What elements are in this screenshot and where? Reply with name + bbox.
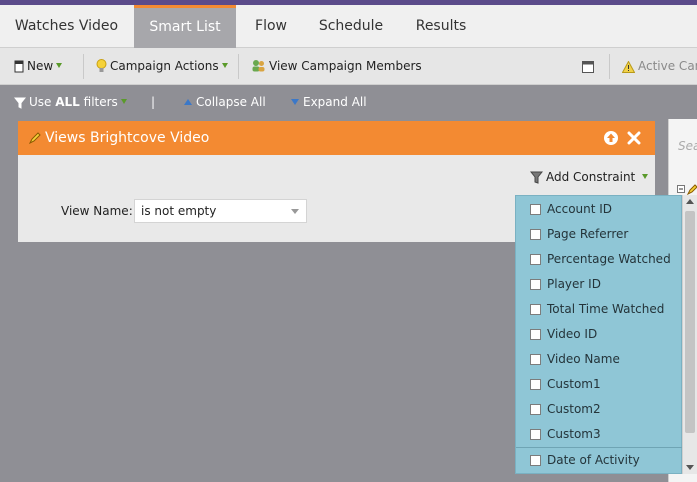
view-name-operator-select[interactable]: is not empty	[134, 199, 307, 223]
active-campaign-label: Active Cam	[638, 59, 697, 73]
collapse-arrow-icon	[184, 99, 192, 105]
constraint-option-video-id[interactable]: Video ID	[516, 322, 683, 347]
field-search-input[interactable]: Sea	[678, 139, 697, 153]
constraint-option-label: Page Referrer	[547, 227, 629, 241]
collapse-all-button[interactable]: Collapse All	[184, 86, 266, 118]
constraint-option-label: Video Name	[547, 352, 620, 366]
view-campaign-members-label: View Campaign Members	[269, 59, 422, 73]
constraint-option-percentage-watched[interactable]: Percentage Watched	[516, 247, 683, 272]
view-campaign-members-button[interactable]: View Campaign Members	[251, 48, 422, 85]
scroll-down-icon[interactable]	[686, 465, 694, 470]
dropdown-arrow-icon	[56, 63, 63, 68]
tab-results[interactable]: Results	[396, 5, 486, 48]
use-all-prefix: Use	[29, 95, 56, 109]
constraint-checkbox[interactable]	[530, 254, 541, 265]
funnel-icon	[530, 171, 543, 184]
funnel-icon	[14, 97, 26, 109]
campaign-actions-label: Campaign Actions	[110, 59, 219, 73]
use-all-suffix: filters	[79, 95, 118, 109]
add-constraint-button[interactable]: Add Constraint	[530, 170, 649, 184]
constraint-checkbox[interactable]	[530, 455, 541, 466]
constraint-option-label: Date of Activity	[547, 453, 640, 467]
constraint-checkbox[interactable]	[530, 204, 541, 215]
scrollbar-thumb[interactable]	[685, 211, 695, 433]
trigger-pencil-icon	[28, 132, 41, 145]
constraint-option-label: Percentage Watched	[547, 252, 671, 266]
constraint-checkbox[interactable]	[530, 304, 541, 315]
use-all-bold: ALL	[55, 95, 80, 109]
constraint-option-custom1[interactable]: Custom1	[516, 372, 683, 397]
tree-expand-icon[interactable]	[677, 183, 697, 195]
filter-panel-header: Views Brightcove Video	[18, 121, 655, 155]
constraint-checkbox[interactable]	[530, 279, 541, 290]
constraint-option-custom3[interactable]: Custom3	[516, 422, 683, 447]
close-icon[interactable]	[626, 130, 642, 146]
constraint-option-page-referrer[interactable]: Page Referrer	[516, 222, 683, 247]
constraint-option-label: Account ID	[547, 202, 613, 216]
constraint-menu-scrollbar[interactable]	[682, 195, 697, 474]
filterbar-separator: |	[151, 95, 156, 109]
chevron-down-icon	[291, 209, 299, 214]
expand-arrow-icon	[291, 99, 299, 105]
tab-smart-list[interactable]: Smart List	[134, 5, 236, 48]
expand-all-label: Expand All	[303, 95, 367, 109]
constraint-menu: Account ID Page Referrer Percentage Watc…	[515, 195, 683, 474]
constraint-option-account-id[interactable]: Account ID	[516, 197, 683, 222]
constraint-option-video-name[interactable]: Video Name	[516, 347, 683, 372]
constraint-option-label: Custom1	[547, 377, 601, 391]
lightbulb-icon	[96, 59, 107, 72]
move-up-icon[interactable]	[603, 130, 619, 146]
collapse-all-label: Collapse All	[196, 95, 266, 109]
constraint-checkbox[interactable]	[530, 404, 541, 415]
people-icon	[252, 60, 265, 72]
filter-bar: Use ALL filters | Collapse All Expand Al…	[0, 86, 670, 118]
use-all-filters-dropdown[interactable]: Use ALL filters	[14, 86, 127, 118]
constraint-checkbox[interactable]	[530, 229, 541, 240]
window-toggle-button[interactable]	[582, 48, 597, 85]
constraint-option-player-id[interactable]: Player ID	[516, 272, 683, 297]
tab-watches-video[interactable]: Watches Video	[0, 5, 133, 48]
toolbar-divider	[609, 54, 610, 79]
dropdown-arrow-icon	[120, 99, 127, 104]
tab-bar: Watches Video Smart List Flow Schedule R…	[0, 5, 697, 48]
constraint-option-total-time-watched[interactable]: Total Time Watched	[516, 297, 683, 322]
toolbar-divider	[238, 54, 239, 79]
constraint-option-label: Custom3	[547, 427, 601, 441]
constraint-checkbox[interactable]	[530, 429, 541, 440]
constraint-option-label: Custom2	[547, 402, 601, 416]
scroll-up-icon[interactable]	[686, 199, 694, 204]
expand-all-button[interactable]: Expand All	[291, 86, 367, 118]
tab-schedule[interactable]: Schedule	[306, 5, 396, 48]
constraint-option-date-of-activity[interactable]: Date of Activity	[516, 448, 683, 473]
tab-flow[interactable]: Flow	[236, 5, 306, 48]
dropdown-arrow-icon	[642, 174, 649, 179]
new-document-icon	[14, 60, 24, 73]
toolbar: New Campaign Actions View Campaign Membe…	[0, 48, 697, 85]
toolbar-divider	[83, 54, 84, 79]
constraint-checkbox[interactable]	[530, 354, 541, 365]
constraint-option-label: Total Time Watched	[547, 302, 665, 316]
warning-icon	[622, 61, 635, 73]
window-icon	[582, 61, 594, 73]
new-label: New	[27, 59, 54, 73]
constraint-option-label: Player ID	[547, 277, 601, 291]
dropdown-arrow-icon	[221, 63, 228, 68]
constraint-checkbox[interactable]	[530, 379, 541, 390]
new-button[interactable]: New	[14, 48, 63, 85]
constraint-option-label: Video ID	[547, 327, 598, 341]
campaign-actions-button[interactable]: Campaign Actions	[96, 48, 228, 85]
add-constraint-label: Add Constraint	[546, 170, 636, 184]
view-name-label: View Name:	[61, 204, 133, 218]
active-campaign-status: Active Cam	[622, 48, 697, 85]
view-name-operator-value: is not empty	[141, 204, 217, 218]
filter-panel-title: Views Brightcove Video	[45, 130, 210, 146]
constraint-option-custom2[interactable]: Custom2	[516, 397, 683, 422]
constraint-checkbox[interactable]	[530, 329, 541, 340]
